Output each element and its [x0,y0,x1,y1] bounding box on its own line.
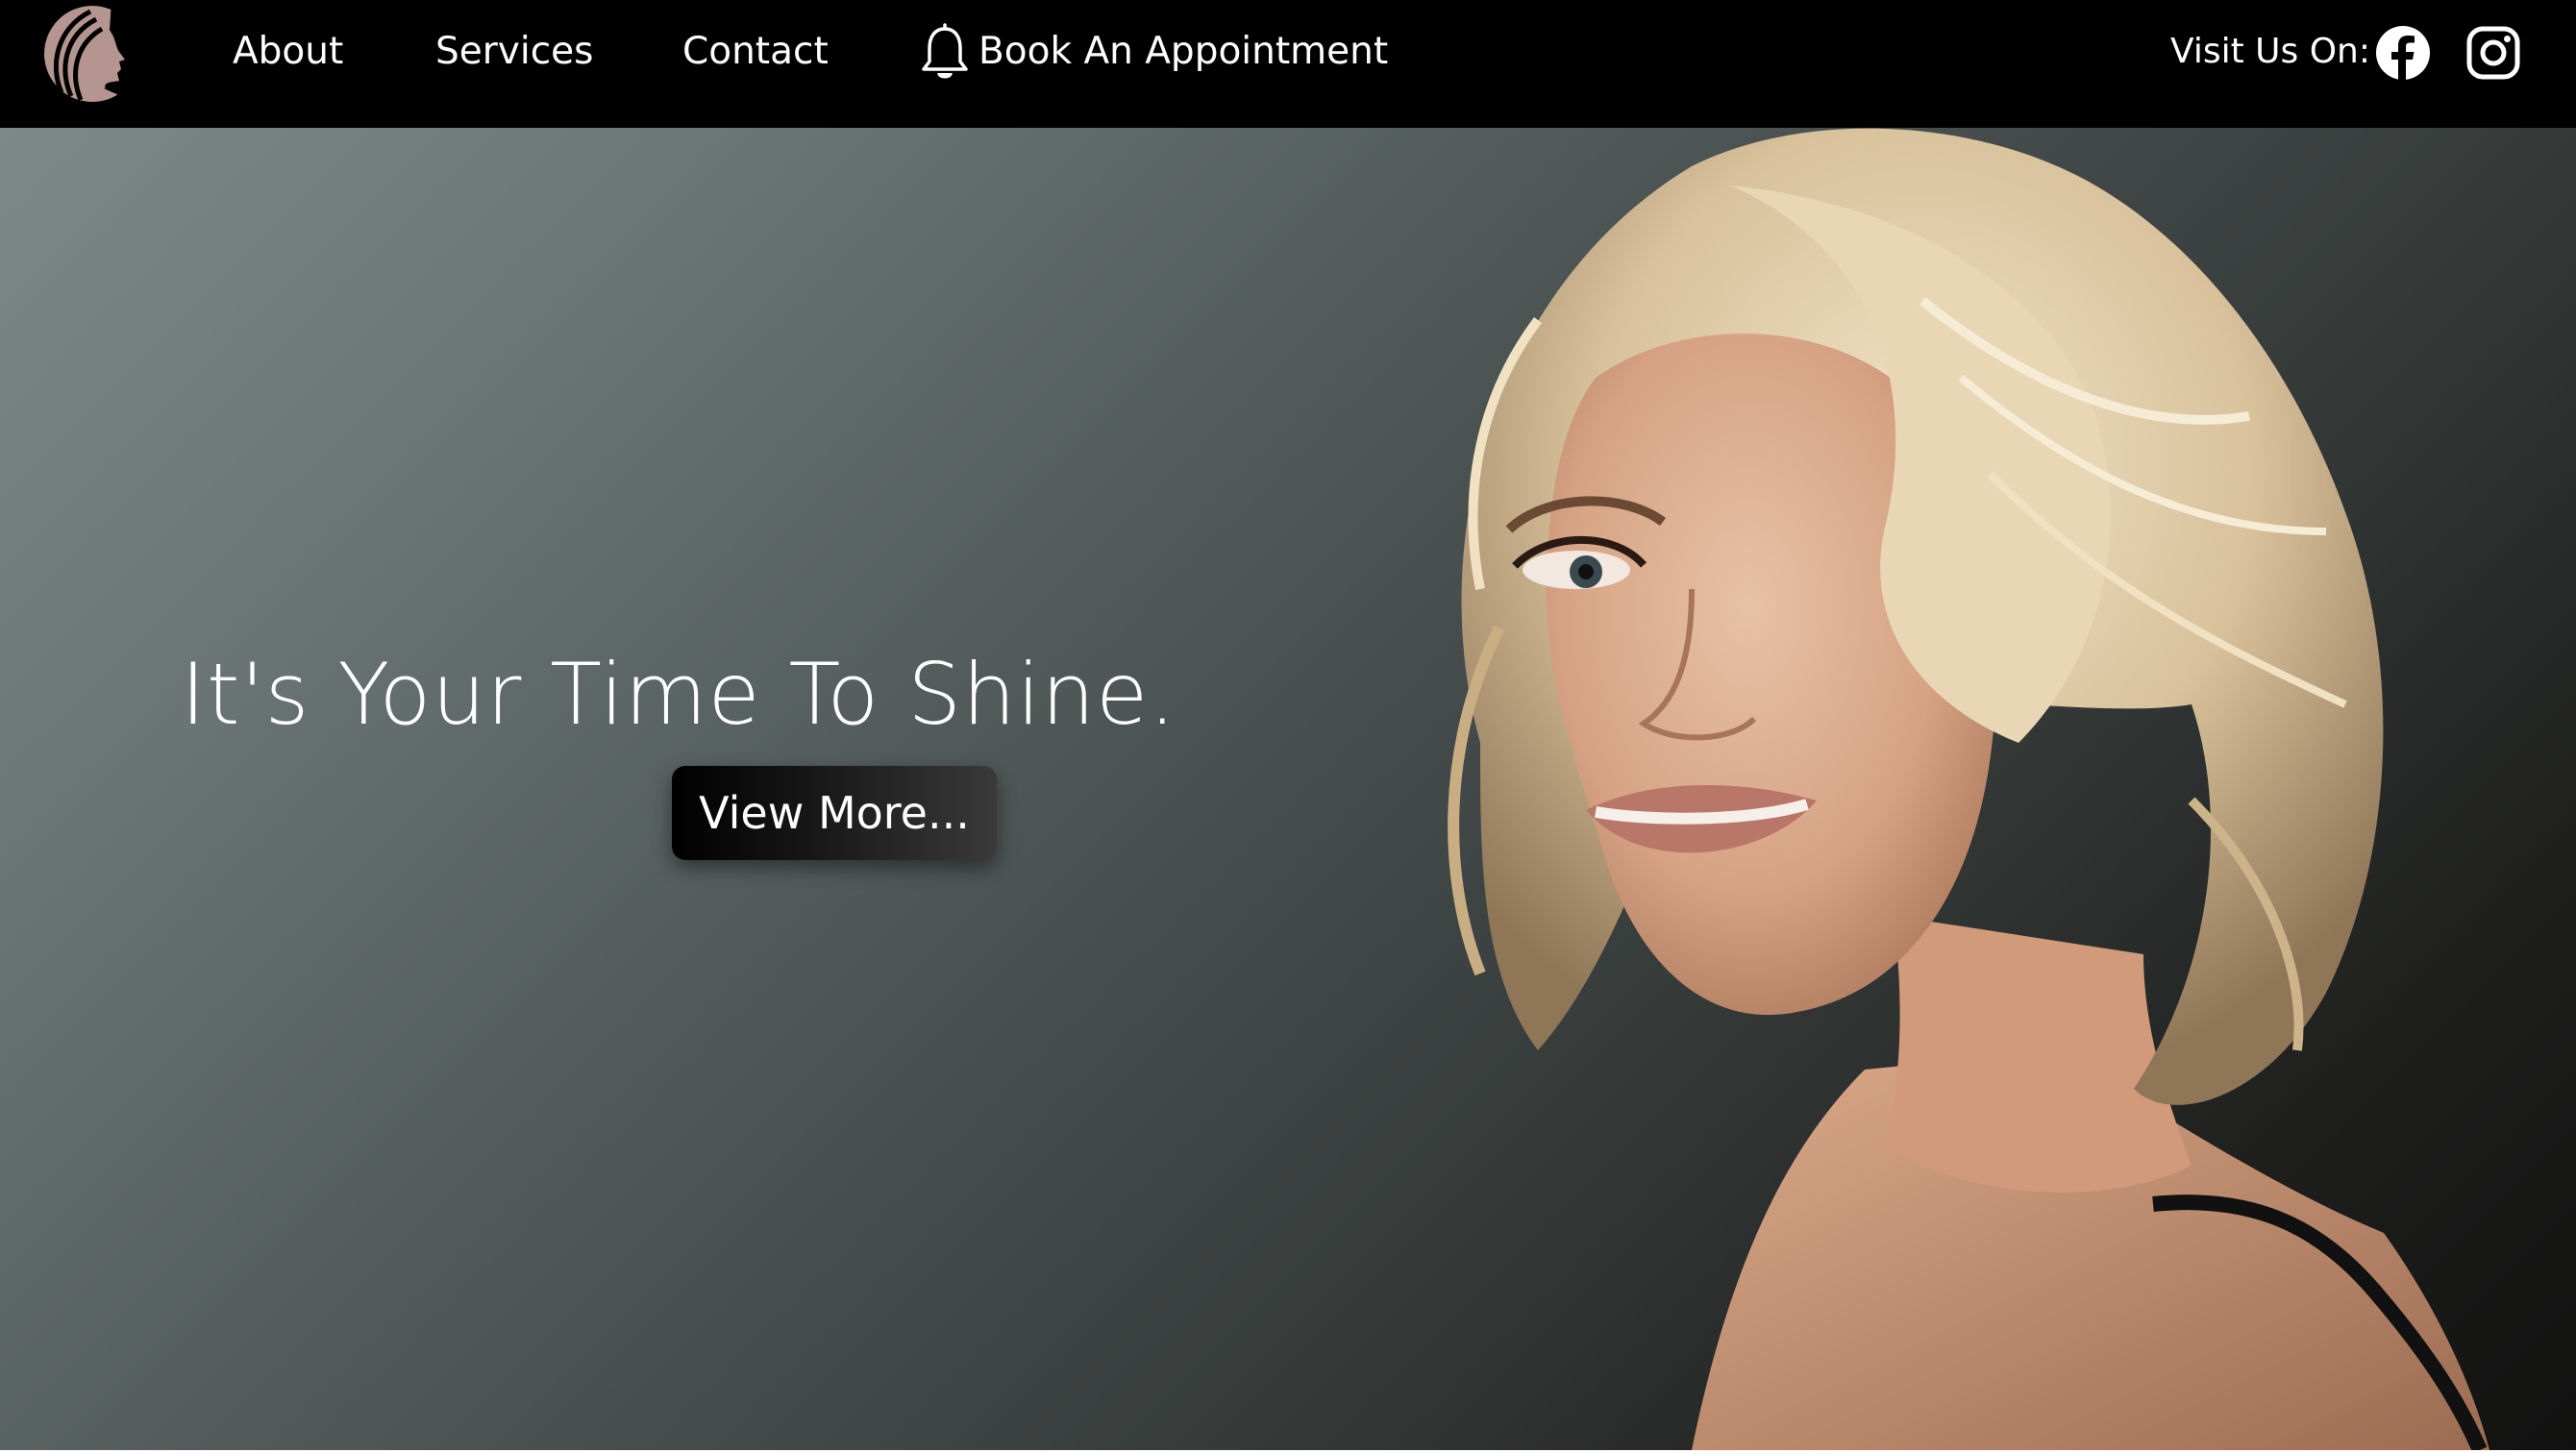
woman-profile-logo-icon[interactable] [42,0,142,106]
nav-link-services[interactable]: Services [435,25,593,79]
hero-section: It's Your Time To Shine. View More... [0,128,2576,1450]
book-appointment-label: Book An Appointment [978,30,1389,73]
hero-heading: It's Your Time To Shine. [181,645,1177,744]
bell-icon [919,23,971,81]
nav-link-contact[interactable]: Contact [682,25,829,79]
top-navbar: About Services Contact Book An Appointme… [0,0,2576,128]
instagram-icon[interactable] [2465,25,2521,81]
woman-with-blonde-wavy-hair-photo [1192,128,2576,1450]
nav-link-about[interactable]: About [233,25,343,79]
book-appointment-link[interactable]: Book An Appointment [919,23,1389,81]
visit-us-label: Visit Us On: [2170,32,2370,71]
page: About Services Contact Book An Appointme… [0,0,2576,1453]
view-more-button[interactable]: View More... [672,766,997,860]
facebook-icon[interactable] [2375,25,2431,81]
